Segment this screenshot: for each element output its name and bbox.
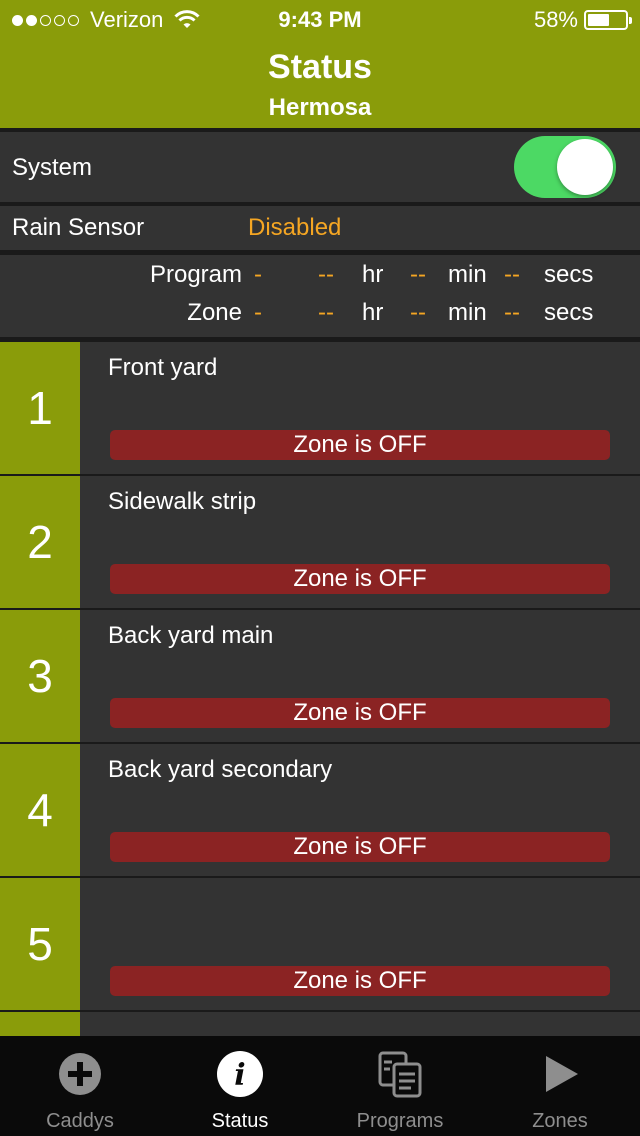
zone-min-value: -- — [410, 299, 426, 326]
tab-label: Caddys — [46, 1110, 114, 1132]
zone-number — [0, 1012, 80, 1036]
plus-circle-icon — [59, 1053, 101, 1095]
documents-icon — [378, 1051, 422, 1098]
program-min-value: -- — [410, 261, 426, 288]
rain-sensor-row: Rain Sensor Disabled — [0, 206, 640, 250]
program-hr-unit: hr — [362, 261, 384, 288]
zone-status-button[interactable]: Zone is OFF — [110, 430, 610, 460]
tab-label: Status — [211, 1110, 269, 1132]
zone-hr-value: -- — [318, 299, 334, 326]
zone-number: 5 — [0, 878, 80, 1010]
zone-row-partial[interactable] — [0, 1012, 640, 1036]
zone-status-button[interactable]: Zone is OFF — [110, 698, 610, 728]
page-subtitle: Hermosa — [268, 94, 372, 121]
battery-icon — [584, 10, 632, 30]
zone-name: Front yard — [108, 354, 218, 381]
zone-status-button[interactable]: Zone is OFF — [110, 564, 610, 594]
tab-programs[interactable]: Programs — [320, 1036, 480, 1136]
tab-label: Zones — [532, 1110, 588, 1132]
toggle-knob — [557, 139, 613, 195]
battery-percent: 58% — [533, 7, 578, 32]
zone-row-2[interactable]: 2 Sidewalk strip Zone is OFF — [0, 476, 640, 608]
timer-panel: Program - -- hr -- min -- secs Zone - --… — [0, 255, 640, 337]
zone-number: 4 — [0, 744, 80, 876]
tab-bar: Caddys i Status Programs Zones — [0, 1036, 640, 1136]
program-min-unit: min — [448, 261, 487, 288]
play-icon — [546, 1056, 578, 1092]
system-label: System — [12, 154, 93, 181]
zone-number: 3 — [0, 610, 80, 742]
zone-status-button[interactable]: Zone is OFF — [110, 966, 610, 996]
program-hr-value: -- — [318, 261, 334, 288]
page-title: Status — [268, 48, 372, 86]
zone-row-1[interactable]: 1 Front yard Zone is OFF — [0, 342, 640, 474]
zone-sec-unit: secs — [544, 299, 594, 326]
status-bar: Verizon 9:43 PM 58% — [0, 0, 640, 40]
zone-number: 2 — [0, 476, 80, 608]
zone-name: Back yard secondary — [108, 756, 333, 783]
zone-timer: Zone - -- hr -- min -- secs — [0, 299, 640, 333]
program-value: - — [254, 261, 262, 288]
svg-text:i: i — [234, 1058, 245, 1093]
zone-number: 1 — [0, 342, 80, 474]
system-toggle[interactable] — [514, 136, 616, 198]
rain-sensor-value: Disabled — [248, 214, 342, 241]
header: Verizon 9:43 PM 58% Status Hermosa — [0, 0, 640, 128]
zone-sec-value: -- — [504, 299, 520, 326]
program-sec-unit: secs — [544, 261, 594, 288]
zone-status-button[interactable]: Zone is OFF — [110, 832, 610, 862]
tab-caddys[interactable]: Caddys — [0, 1036, 160, 1136]
program-timer: Program - -- hr -- min -- secs — [0, 261, 640, 295]
zone-value: - — [254, 299, 262, 326]
zone-row-5[interactable]: 5 Zone is OFF — [0, 878, 640, 1010]
zone-min-unit: min — [448, 299, 487, 326]
zone-name: Back yard main — [108, 622, 274, 649]
info-icon: i — [217, 1051, 263, 1097]
zone-row-4[interactable]: 4 Back yard secondary Zone is OFF — [0, 744, 640, 876]
zone-row-3[interactable]: 3 Back yard main Zone is OFF — [0, 610, 640, 742]
zone-name: Sidewalk strip — [108, 488, 257, 515]
tab-label: Programs — [356, 1110, 444, 1132]
zone-hr-unit: hr — [362, 299, 384, 326]
zone-label: Zone — [187, 299, 242, 326]
tab-status[interactable]: i Status — [160, 1036, 320, 1136]
program-label: Program — [149, 261, 242, 288]
program-sec-value: -- — [504, 261, 520, 288]
rain-sensor-label: Rain Sensor — [12, 214, 145, 241]
tab-zones[interactable]: Zones — [480, 1036, 640, 1136]
